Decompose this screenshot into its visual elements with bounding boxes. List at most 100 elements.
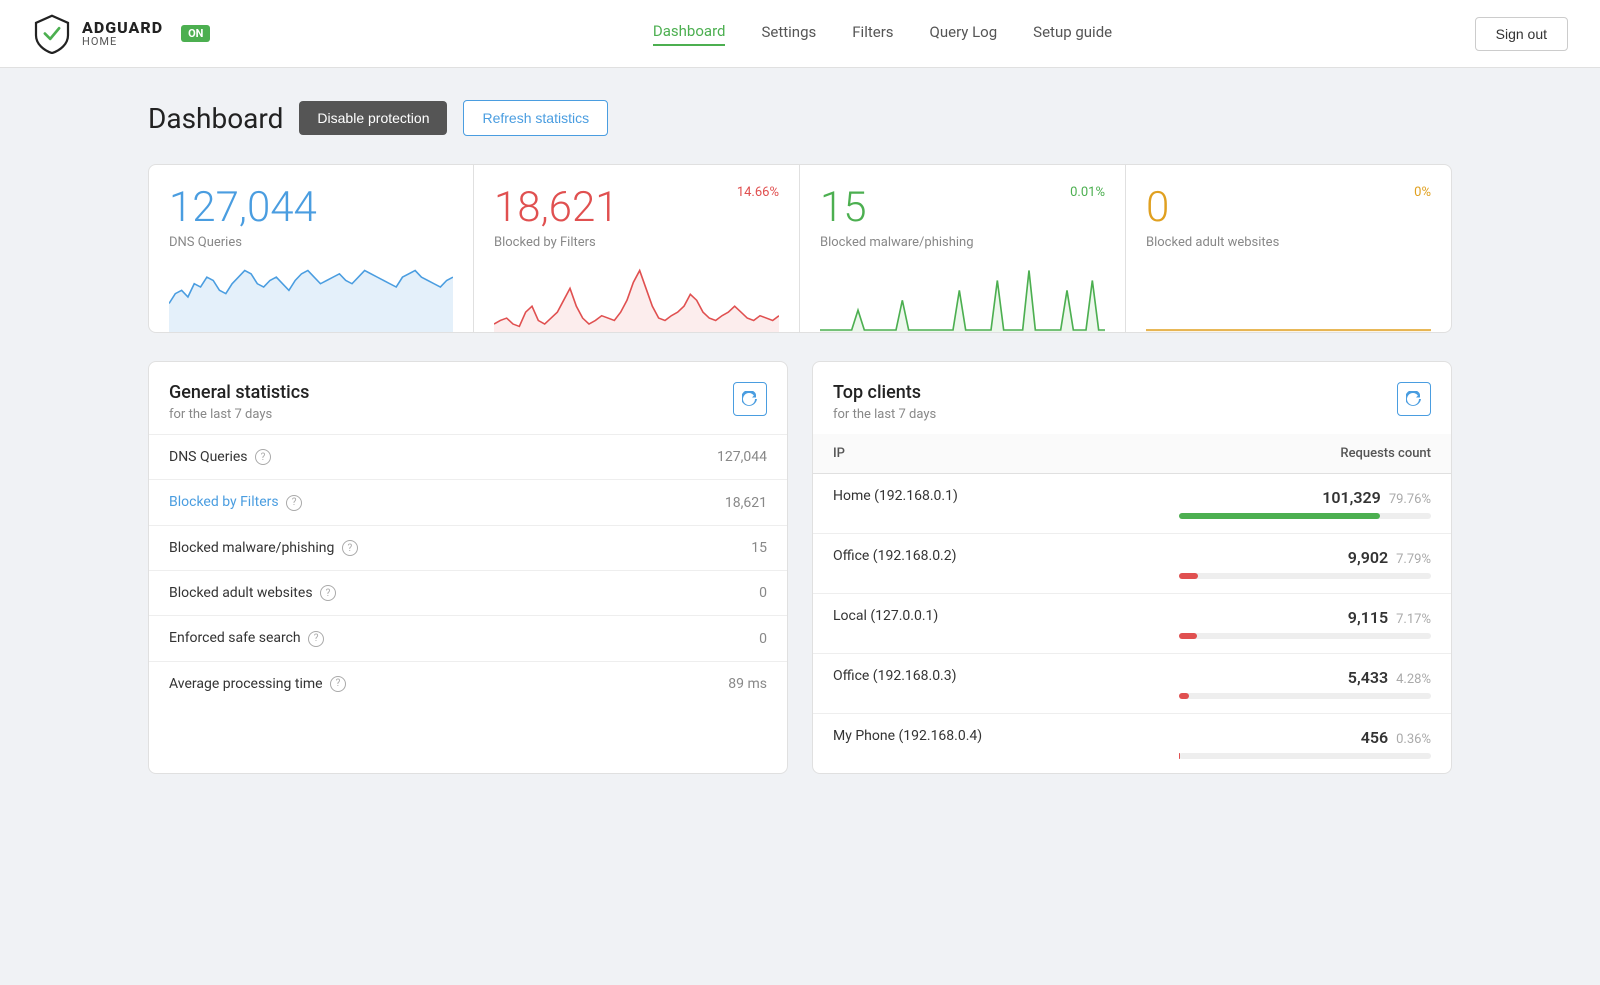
general-stats-title-block: General statistics for the last 7 days (169, 382, 309, 422)
stat-row-label: Average processing time ? (149, 661, 607, 706)
navbar: ADGUARD HOME ON Dashboard Settings Filte… (0, 0, 1600, 68)
top-clients-title: Top clients (833, 382, 936, 403)
sparkline-chart (494, 262, 779, 332)
stat-value: 18,621 (494, 185, 619, 231)
general-stats-header: General statistics for the last 7 days (149, 362, 787, 434)
nav-querylog[interactable]: Query Log (930, 23, 998, 45)
table-row: Home (192.168.0.1) 101,329 79.76% (813, 474, 1451, 534)
stat-card-1: 18,621 14.66% Blocked by Filters (474, 164, 800, 333)
stat-card-3: 0 0% Blocked adult websites (1126, 164, 1452, 333)
table-row: Local (127.0.0.1) 9,115 7.17% (813, 594, 1451, 654)
client-pct: 4.28% (1396, 672, 1431, 687)
page-title: Dashboard (148, 102, 283, 135)
logo-sub: HOME (82, 36, 163, 48)
table-row: DNS Queries ? 127,044 (149, 435, 787, 480)
stat-card-2: 15 0.01% Blocked malware/phishing (800, 164, 1126, 333)
refresh-statistics-button[interactable]: Refresh statistics (463, 100, 608, 136)
stat-row-link[interactable]: Blocked by Filters (169, 494, 279, 510)
page-content: Dashboard Disable protection Refresh sta… (100, 68, 1500, 806)
stat-value: 127,044 (169, 185, 317, 231)
stat-card-0: 127,044 DNS Queries (148, 164, 474, 333)
progress-bar (1179, 513, 1380, 519)
disable-protection-button[interactable]: Disable protection (299, 101, 447, 135)
status-badge: ON (181, 25, 210, 42)
logo-text: ADGUARD HOME (82, 19, 163, 49)
stat-label: Blocked by Filters (494, 235, 779, 250)
top-clients-subtitle: for the last 7 days (833, 407, 936, 422)
client-pct: 0.36% (1396, 732, 1431, 747)
client-count: 9,902 (1348, 548, 1388, 567)
stat-label: Blocked malware/phishing (820, 235, 1105, 250)
client-stats: 9,902 7.79% (1159, 534, 1451, 594)
client-count: 101,329 (1322, 488, 1381, 507)
stat-row-label: Blocked adult websites ? (149, 571, 607, 616)
stat-percent: 0.01% (1070, 185, 1105, 200)
nav-filters[interactable]: Filters (852, 23, 893, 45)
help-icon[interactable]: ? (255, 449, 271, 465)
client-name: Home (192.168.0.1) (813, 474, 1159, 534)
client-stats: 9,115 7.17% (1159, 594, 1451, 654)
sparkline-chart (1146, 262, 1431, 332)
nav-links: Dashboard Settings Filters Query Log Set… (290, 22, 1474, 46)
general-stats-subtitle: for the last 7 days (169, 407, 309, 422)
stat-row-value: 127,044 (607, 435, 787, 480)
refresh-icon (742, 391, 758, 407)
refresh-icon (1406, 391, 1422, 407)
client-count: 9,115 (1348, 608, 1388, 627)
col-requests: Requests count (1159, 434, 1451, 474)
help-icon[interactable]: ? (330, 676, 346, 692)
nav-setup[interactable]: Setup guide (1033, 23, 1112, 45)
page-header: Dashboard Disable protection Refresh sta… (148, 100, 1452, 136)
stat-row-label: Enforced safe search ? (149, 616, 607, 661)
top-clients-refresh-button[interactable] (1397, 382, 1431, 416)
general-stats-refresh-button[interactable] (733, 382, 767, 416)
stats-table: DNS Queries ? 127,044 Blocked by Filters… (149, 434, 787, 706)
stat-value: 0 (1146, 185, 1169, 231)
progress-bar (1179, 633, 1197, 639)
help-icon[interactable]: ? (342, 540, 358, 556)
stat-row-value: 0 (607, 571, 787, 616)
sparkline-chart (169, 262, 453, 332)
stat-label: Blocked adult websites (1146, 235, 1431, 250)
progress-bar-wrap (1179, 693, 1431, 699)
logo-icon (32, 14, 72, 54)
client-stats: 5,433 4.28% (1159, 654, 1451, 714)
table-row: My Phone (192.168.0.4) 456 0.36% (813, 714, 1451, 774)
nav-dashboard[interactable]: Dashboard (653, 22, 726, 46)
clients-table: IP Requests count Home (192.168.0.1) 101… (813, 434, 1451, 773)
progress-bar-wrap (1179, 633, 1431, 639)
progress-bar (1179, 693, 1190, 699)
logo-title: ADGUARD (82, 19, 163, 37)
table-row: Blocked malware/phishing ? 15 (149, 525, 787, 570)
top-clients-title-block: Top clients for the last 7 days (833, 382, 936, 422)
progress-bar-wrap (1179, 513, 1431, 519)
stat-row-value: 18,621 (607, 480, 787, 525)
client-name: Office (192.168.0.2) (813, 534, 1159, 594)
help-icon[interactable]: ? (308, 631, 324, 647)
stat-row-label: Blocked by Filters ? (149, 480, 607, 525)
signout-button[interactable]: Sign out (1475, 17, 1568, 51)
client-count: 456 (1361, 728, 1388, 747)
stat-cards: 127,044 DNS Queries 18,621 14.66% Blocke… (148, 164, 1452, 333)
client-pct: 7.17% (1396, 612, 1431, 627)
client-name: Office (192.168.0.3) (813, 654, 1159, 714)
client-stats: 101,329 79.76% (1159, 474, 1451, 534)
stat-row-value: 89 ms (607, 661, 787, 706)
client-count: 5,433 (1348, 668, 1388, 687)
table-row: Office (192.168.0.3) 5,433 4.28% (813, 654, 1451, 714)
stat-row-value: 0 (607, 616, 787, 661)
progress-bar-wrap (1179, 573, 1431, 579)
general-stats-title: General statistics (169, 382, 309, 403)
table-row: Blocked by Filters ? 18,621 (149, 480, 787, 525)
table-row: Enforced safe search ? 0 (149, 616, 787, 661)
table-row: Blocked adult websites ? 0 (149, 571, 787, 616)
stat-row-value: 15 (607, 525, 787, 570)
client-pct: 7.79% (1396, 552, 1431, 567)
help-icon[interactable]: ? (320, 585, 336, 601)
stat-row-label: Blocked malware/phishing ? (149, 525, 607, 570)
help-icon[interactable]: ? (286, 495, 302, 511)
sparkline-chart (820, 262, 1105, 332)
nav-settings[interactable]: Settings (761, 23, 816, 45)
client-stats: 456 0.36% (1159, 714, 1451, 774)
bottom-section: General statistics for the last 7 days D… (148, 361, 1452, 774)
